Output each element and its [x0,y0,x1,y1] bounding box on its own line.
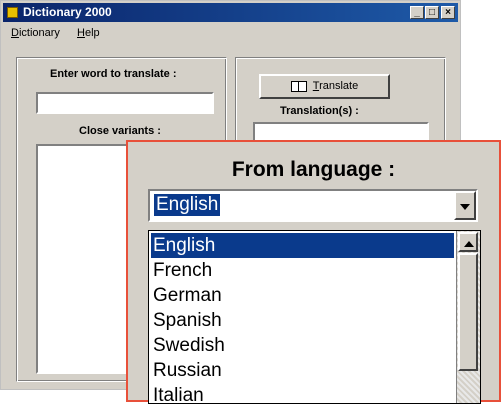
language-dropdown-list: English French German Spanish Swedish Ru… [148,230,481,404]
scroll-up-arrow-icon [464,241,474,247]
from-language-callout: From language : English English French G… [126,140,501,404]
minimize-button[interactable]: _ [410,6,424,19]
language-option-russian[interactable]: Russian [151,358,454,383]
from-language-heading: From language : [231,158,396,181]
translate-button[interactable]: Translate [259,74,390,99]
word-input[interactable] [36,92,214,114]
close-variants-label: Close variants : [79,125,161,137]
language-option-german[interactable]: German [151,283,454,308]
dictionary-app-icon [7,7,18,18]
scroll-up-button[interactable] [458,232,478,252]
language-option-italian[interactable]: Italian [151,383,454,403]
language-option-french[interactable]: French [151,258,454,283]
dropdown-button[interactable] [454,191,476,220]
menu-bar: Dictionary Help [3,24,458,42]
enter-word-label: Enter word to translate : [50,68,177,80]
language-option-spanish[interactable]: Spanish [151,308,454,333]
book-icon [290,80,307,92]
window-title: Dictionary 2000 [23,5,112,19]
translations-label: Translation(s) : [280,105,359,117]
language-option-swedish[interactable]: Swedish [151,333,454,358]
scroll-thumb[interactable] [458,253,478,371]
menu-dictionary[interactable]: Dictionary [11,27,60,39]
language-option-english[interactable]: English [151,233,454,258]
menu-help[interactable]: Help [77,27,100,39]
list-scrollbar[interactable] [456,231,480,403]
title-bar[interactable]: Dictionary 2000 _ □ × [3,3,458,22]
selected-language: English [154,194,221,216]
close-button[interactable]: × [441,6,455,19]
maximize-button[interactable]: □ [425,6,439,19]
from-language-select[interactable]: English [148,189,478,222]
chevron-down-icon [460,204,470,210]
